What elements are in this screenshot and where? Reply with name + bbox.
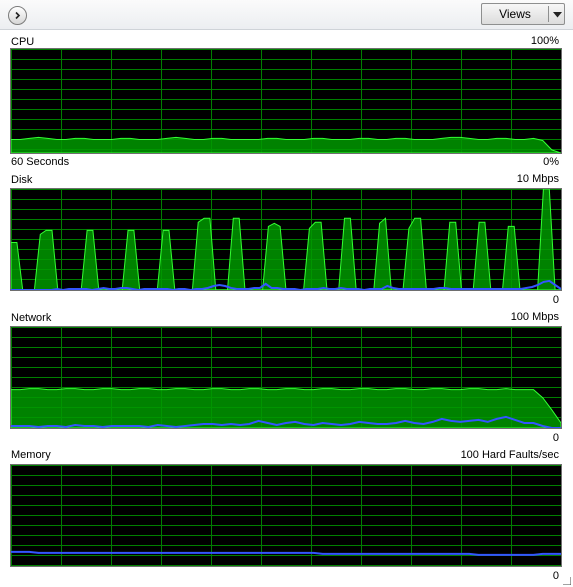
memory-graph [10,464,562,567]
cpu-graph-min-label: 0% [543,156,559,168]
cpu-graph-title: CPU [11,36,35,48]
memory-graph-plot [11,465,561,566]
views-button-divider [548,6,549,22]
network-graph [10,326,562,429]
disk-graph-title: Disk [11,174,33,186]
views-button[interactable]: Views [481,3,565,25]
chevron-right-icon [15,11,21,20]
memory-graph-max-label: 100 Hard Faults/sec [460,449,559,461]
dropdown-arrow-icon[interactable] [551,9,563,21]
toolbar: Views [0,0,573,30]
disk-graph [10,188,562,291]
cpu-graph-time-label: 60 Seconds [11,156,70,168]
cpu-graph-max-label: 100% [530,35,559,47]
expand-button[interactable] [8,6,27,25]
graph-background [11,49,561,153]
disk-graph-max-label: 10 Mbps [516,173,559,185]
cpu-graph-plot [11,49,561,153]
memory-graph-title: Memory [11,449,51,461]
disk-graph-min-label: 0 [552,294,559,306]
views-button-label: Views [499,7,531,21]
network-graph-plot [11,327,561,428]
disk-graph-plot [11,189,561,290]
resize-grip-icon[interactable] [563,577,571,585]
network-graph-max-label: 100 Mbps [510,311,559,323]
network-graph-title: Network [11,312,52,324]
network-graph-min-label: 0 [552,432,559,444]
memory-graph-min-label: 0 [552,570,559,582]
cpu-graph [10,48,562,154]
cpu-usage-area [11,136,561,153]
